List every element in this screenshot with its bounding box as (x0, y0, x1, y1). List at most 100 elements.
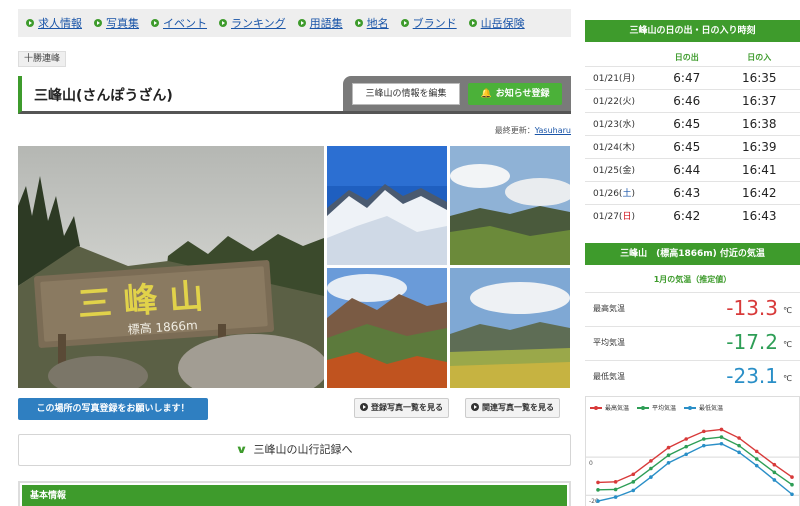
sun-row-set: 16:38 (718, 111, 800, 135)
sun-row: 01/25(金) 6:44 16:41 (585, 157, 800, 181)
circle-arrow-icon (219, 19, 227, 27)
data-point (684, 444, 688, 449)
sun-row-date: 01/25(金) (585, 157, 655, 181)
chart-legend: 最高気温 平均気温 最低気温 (590, 403, 723, 412)
title-bar: 三峰山(さんぽうざん) 三峰山の情報を編集 🔔 お知らせ登録 (18, 76, 571, 114)
data-point (719, 441, 724, 446)
data-point (737, 436, 741, 440)
circle-arrow-icon (151, 19, 159, 27)
data-point (596, 480, 600, 485)
nav-item-places[interactable]: 地名 (354, 15, 389, 31)
area-tag[interactable]: 十勝連峰 (18, 51, 67, 67)
data-point (772, 462, 777, 467)
data-point (754, 457, 759, 461)
data-point (772, 470, 777, 475)
data-point (719, 427, 724, 432)
bell-icon: 🔔 (480, 89, 492, 99)
photo-upload-request-button[interactable]: この場所の写真登録をお願いします！ (18, 398, 208, 420)
data-point (613, 480, 618, 484)
data-point (613, 495, 618, 499)
sun-row-rise: 6:42 (655, 203, 719, 227)
climbing-records-button[interactable]: ∨ 三峰山の山行記録へ (18, 434, 571, 466)
data-point (737, 450, 741, 455)
data-point (631, 480, 636, 484)
data-point (790, 492, 794, 497)
page-title: 三峰山(さんぽうざん) (34, 88, 173, 104)
temp-avg-label: 平均気温 (593, 338, 625, 347)
data-point (613, 487, 618, 492)
sun-row-set: 16:35 (718, 65, 800, 89)
data-point (702, 437, 706, 441)
nav-item-events[interactable]: イベント (151, 15, 207, 31)
nav-item-photos[interactable]: 写真集 (94, 15, 139, 31)
main-photo[interactable]: 三 峰 山 標高 1866m (18, 146, 324, 388)
col-sunset: 日の入 (747, 53, 772, 63)
sun-row: 01/24(木) 6:45 16:39 (585, 134, 800, 158)
data-point (631, 472, 636, 477)
temp-min-value: -23.1 (726, 364, 778, 388)
temp-max-value: -13.3 (726, 296, 778, 320)
data-point (737, 443, 741, 448)
last-update-user-link[interactable]: Yasuharu (535, 126, 571, 135)
related-photos-button[interactable]: 関連写真一覧を見る (465, 398, 560, 418)
sun-row-set: 16:37 (718, 88, 800, 112)
data-point (666, 453, 671, 457)
photo-thumb-1[interactable] (327, 146, 447, 265)
data-point (790, 475, 794, 479)
temp-row-avg: 平均気温 -17.2 ℃ (585, 326, 800, 356)
last-update: 最終更新：Yasuharu (494, 126, 571, 135)
data-point (702, 443, 706, 448)
legend-item-min: 最低気温 (684, 403, 723, 412)
legend-item-avg: 平均気温 (637, 403, 676, 412)
circle-arrow-icon (94, 19, 102, 27)
nav-item-brands[interactable]: ブランド (400, 15, 457, 31)
nav-item-ranking[interactable]: ランキング (219, 15, 286, 31)
nav-item-insurance[interactable]: 山岳保険 (468, 15, 525, 31)
data-point (754, 463, 759, 468)
sun-row-set: 16:39 (718, 134, 800, 158)
sun-row: 01/22(火) 6:46 16:37 (585, 88, 800, 112)
data-point (649, 466, 653, 471)
notify-register-button[interactable]: 🔔 お知らせ登録 (468, 83, 562, 105)
circle-arrow-icon (354, 19, 363, 27)
sun-row-date: 01/26(土) (585, 180, 655, 204)
temperature-subtitle: 1月の気温（推定値） (653, 275, 732, 284)
circle-arrow-icon (360, 403, 368, 411)
chevron-down-icon: ∨ (234, 443, 248, 456)
data-point (772, 478, 777, 482)
sun-row: 01/27(日) 6:42 16:43 (585, 203, 800, 227)
sun-row-rise: 6:44 (655, 157, 719, 181)
temp-row-max: 最高気温 -13.3 ℃ (585, 292, 800, 322)
sun-row-rise: 6:45 (655, 134, 719, 158)
sun-row-set: 16:41 (718, 157, 800, 181)
data-point (649, 459, 653, 463)
sun-row: 01/26(土) 6:43 16:42 (585, 180, 800, 204)
sun-row-date: 01/24(木) (585, 134, 655, 158)
legend-item-max: 最高気温 (590, 403, 629, 412)
data-point (666, 445, 671, 450)
sun-row-date: 01/21(月) (585, 65, 655, 89)
photo-thumb-4[interactable] (450, 268, 570, 388)
nav-item-jobs[interactable]: 求人情報 (26, 15, 82, 31)
registered-photos-button[interactable]: 登録写真一覧を見る (354, 398, 449, 418)
circle-arrow-icon (297, 19, 306, 27)
circle-arrow-icon (26, 19, 34, 27)
series-min-line (597, 443, 793, 502)
sun-row-rise: 6:43 (655, 180, 719, 204)
temp-unit: ℃ (783, 306, 792, 315)
photo-thumb-3[interactable] (327, 268, 447, 388)
series-avg-line (597, 436, 793, 491)
temperature-chart: 最高気温 平均気温 最低気温 0 -20 (585, 396, 800, 506)
temp-max-label: 最高気温 (593, 304, 625, 313)
edit-info-button[interactable]: 三峰山の情報を編集 (352, 83, 460, 105)
photo-thumb-2[interactable] (450, 146, 570, 265)
nav-item-glossary[interactable]: 用語集 (297, 15, 343, 31)
basic-info-section: 基本情報 (18, 481, 571, 506)
sun-times-title: 三峰山の日の出・日の入り時刻 (585, 20, 800, 42)
sun-row: 01/21(月) 6:47 16:35 (585, 65, 800, 89)
circle-arrow-icon (400, 19, 409, 27)
data-point (684, 452, 688, 457)
sun-row-rise: 6:45 (655, 111, 719, 135)
sun-row-set: 16:43 (718, 203, 800, 227)
top-nav: 求人情報 写真集 イベント ランキング 用語集 地名 ブランド 山岳保険 (18, 9, 571, 37)
